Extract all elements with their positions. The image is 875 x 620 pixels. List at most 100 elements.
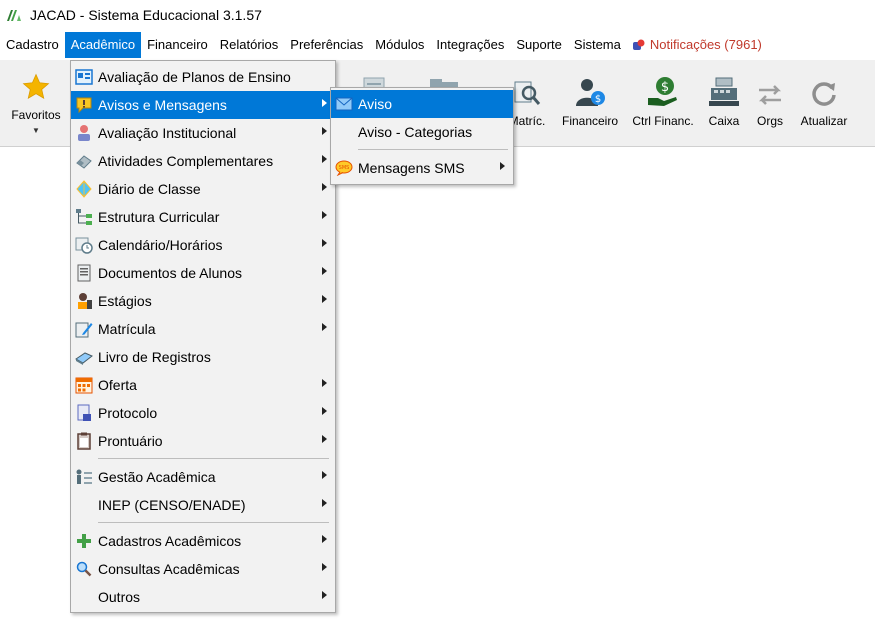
management-icon: [74, 467, 94, 487]
submenu-arrow-icon: [322, 155, 327, 163]
orgs-label: Orgs: [756, 114, 783, 128]
person-evaluation-icon: [74, 123, 94, 143]
menu-separator: [98, 458, 329, 459]
academico-dropdown: Avaliação de Planos de Ensino Avisos e M…: [70, 60, 336, 613]
protocol-icon: [74, 403, 94, 423]
submenu-arrow-icon: [322, 323, 327, 331]
menu-notificacoes[interactable]: Notificações (7961): [627, 32, 768, 58]
plus-icon: [74, 531, 94, 551]
menu-item-oferta[interactable]: Oferta: [71, 371, 335, 399]
eraser-icon: [74, 151, 94, 171]
refresh-icon: [812, 82, 836, 106]
menu-item-estrutura-curricular[interactable]: Estrutura Curricular: [71, 203, 335, 231]
submenu-arrow-icon: [322, 267, 327, 275]
svg-text:$: $: [595, 94, 601, 105]
hand-money-icon: $: [648, 77, 677, 106]
jacad-logo-icon: [7, 10, 21, 21]
clipboard-icon: [74, 431, 94, 451]
submenu-arrow-icon: [322, 563, 327, 571]
cash-register-icon: [709, 77, 739, 106]
menu-item-avisos-mensagens[interactable]: Avisos e Mensagens: [71, 91, 335, 119]
favorites-label: Favoritos: [11, 108, 61, 122]
submenu-item-aviso[interactable]: Aviso: [331, 90, 513, 118]
favorites-button[interactable]: Favoritos ▼: [6, 68, 66, 135]
submenu-arrow-icon: [322, 591, 327, 599]
orgs-button[interactable]: Orgs: [752, 74, 788, 128]
enrollment-pen-icon: [74, 319, 94, 339]
svg-text:$: $: [661, 80, 669, 95]
star-icon: [22, 73, 50, 100]
menu-item-livro-registros[interactable]: Livro de Registros: [71, 343, 335, 371]
menu-item-cadastros-academicos[interactable]: Cadastros Acadêmicos: [71, 527, 335, 555]
submenu-arrow-icon: [322, 379, 327, 387]
menu-item-atividades-complementares[interactable]: Atividades Complementares: [71, 147, 335, 175]
submenu-arrow-icon: [322, 471, 327, 479]
menu-sistema[interactable]: Sistema: [568, 32, 627, 58]
diamond-icon: [74, 179, 94, 199]
menu-item-estagios[interactable]: Estágios: [71, 287, 335, 315]
ctrl-financ-label: Ctrl Financ.: [632, 114, 694, 128]
menu-item-protocolo[interactable]: Protocolo: [71, 399, 335, 427]
menu-item-matricula[interactable]: Matrícula: [71, 315, 335, 343]
intern-icon: [74, 291, 94, 311]
submenu-arrow-icon: [322, 127, 327, 135]
menu-item-documentos-alunos[interactable]: Documentos de Alunos: [71, 259, 335, 287]
financeiro-button[interactable]: $ Financeiro: [560, 74, 620, 128]
submenu-arrow-icon: [322, 183, 327, 191]
atualizar-button[interactable]: Atualizar: [798, 74, 850, 128]
caixa-label: Caixa: [708, 114, 740, 128]
menu-item-gestao-academica[interactable]: Gestão Acadêmica: [71, 463, 335, 491]
submenu-item-aviso-categorias[interactable]: Aviso - Categorias: [331, 118, 513, 146]
menu-separator: [98, 522, 329, 523]
ctrl-financ-button[interactable]: $ Ctrl Financ.: [632, 74, 694, 128]
submenu-arrow-icon: [322, 295, 327, 303]
submenu-arrow-icon: [500, 162, 505, 170]
menu-item-prontuario[interactable]: Prontuário: [71, 427, 335, 455]
submenu-arrow-icon: [322, 499, 327, 507]
menu-bar: Cadastro Acadêmico Financeiro Relatórios…: [0, 32, 875, 58]
menu-item-avaliacao-institucional[interactable]: Avaliação Institucional: [71, 119, 335, 147]
notification-icon: [632, 39, 645, 50]
submenu-arrow-icon: [322, 239, 327, 247]
person-money-icon: $: [576, 79, 605, 106]
warning-message-icon: [74, 95, 94, 115]
submenu-arrow-icon: [322, 435, 327, 443]
menu-item-inep[interactable]: INEP (CENSO/ENADE): [71, 491, 335, 519]
book-icon: [74, 347, 94, 367]
window-title: JACAD - Sistema Educacional 3.1.57: [30, 7, 262, 23]
menu-relatorios[interactable]: Relatórios: [214, 32, 285, 58]
document-icon: [74, 263, 94, 283]
sms-bubble-icon: SMS: [334, 158, 354, 178]
calendar-clock-icon: [74, 235, 94, 255]
menu-modulos[interactable]: Módulos: [369, 32, 430, 58]
submenu-arrow-icon: [322, 535, 327, 543]
menu-integracoes[interactable]: Integrações: [430, 32, 510, 58]
plan-evaluation-icon: [74, 67, 94, 87]
menu-item-diario-classe[interactable]: Diário de Classe: [71, 175, 335, 203]
svg-text:SMS: SMS: [339, 165, 350, 171]
calendar-grid-icon: [74, 375, 94, 395]
financeiro-label: Financeiro: [561, 114, 619, 128]
menu-academico[interactable]: Acadêmico: [64, 32, 142, 58]
menu-item-consultas-academicas[interactable]: Consultas Acadêmicas: [71, 555, 335, 583]
title-bar: JACAD - Sistema Educacional 3.1.57: [0, 0, 875, 30]
submenu-arrow-icon: [322, 211, 327, 219]
menu-item-avaliacao-planos[interactable]: Avaliação de Planos de Ensino: [71, 63, 335, 91]
tree-structure-icon: [74, 207, 94, 227]
menu-item-outros[interactable]: Outros: [71, 583, 335, 611]
menu-financeiro[interactable]: Financeiro: [141, 32, 214, 58]
notifications-label: Notificações (7961): [649, 37, 762, 52]
menu-separator: [358, 149, 508, 150]
avisos-submenu: Aviso Aviso - Categorias SMS Mensagens S…: [330, 87, 514, 185]
menu-suporte[interactable]: Suporte: [510, 32, 568, 58]
menu-item-calendario-horarios[interactable]: Calendário/Horários: [71, 231, 335, 259]
favorites-dropdown-icon[interactable]: ▼: [6, 126, 66, 135]
menu-preferencias[interactable]: Preferências: [284, 32, 369, 58]
menu-cadastro[interactable]: Cadastro: [0, 32, 65, 58]
submenu-item-mensagens-sms[interactable]: SMS Mensagens SMS: [331, 154, 513, 182]
magnifier-icon: [74, 559, 94, 579]
search-document-icon: [514, 81, 541, 105]
caixa-button[interactable]: Caixa: [704, 74, 744, 128]
envelope-icon: [334, 94, 354, 114]
atualizar-label: Atualizar: [800, 114, 848, 128]
